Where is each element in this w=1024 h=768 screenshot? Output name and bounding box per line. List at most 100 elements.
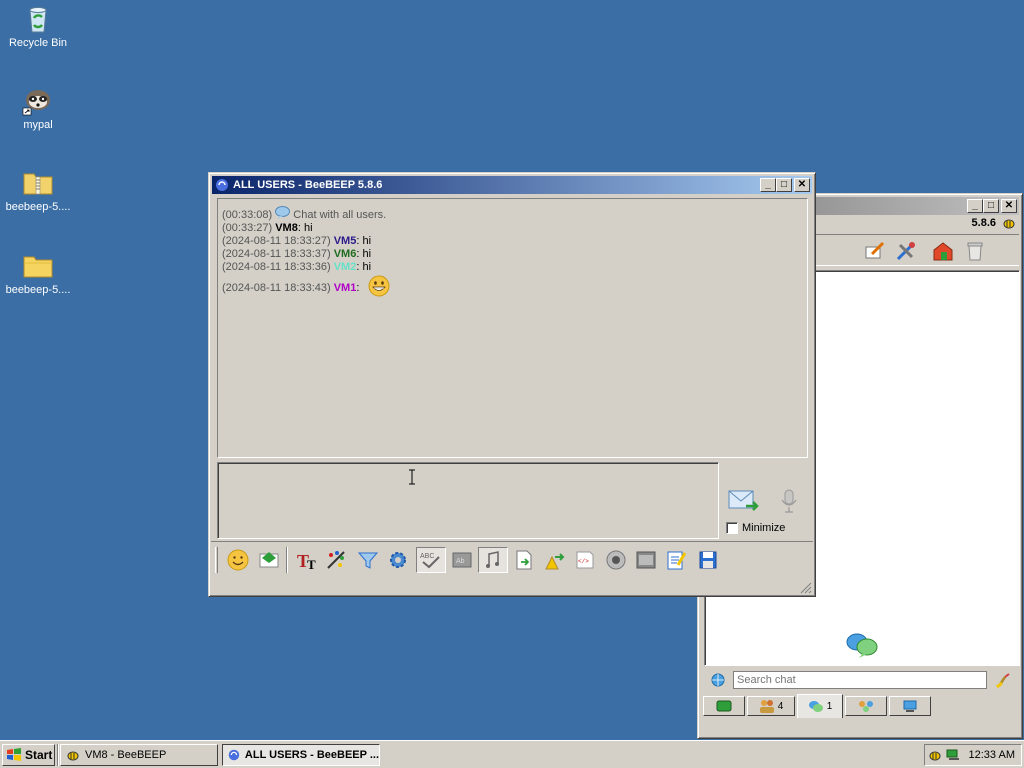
network-icon — [903, 700, 917, 712]
taskbar-item-all-users[interactable]: ALL USERS - BeeBEEP ... — [222, 744, 380, 766]
bee-icon — [1003, 219, 1015, 229]
tab-chats[interactable]: 1 — [797, 694, 843, 718]
home-button[interactable] — [931, 239, 955, 263]
groups-icon — [859, 701, 873, 712]
version-label: 5.8.6 — [971, 217, 996, 229]
screenshot-button[interactable] — [634, 548, 658, 572]
word-completion-button[interactable]: Ab — [450, 548, 474, 572]
share-file-icon — [516, 550, 532, 570]
toolbar-grip[interactable] — [215, 547, 218, 573]
minimize-button[interactable]: _ — [967, 199, 983, 213]
message-user[interactable]: VM2 — [334, 261, 357, 273]
home-icon — [933, 242, 953, 261]
desktop-icon-beebeep-folder[interactable]: beebeep-5.... — [0, 249, 76, 296]
tab-groups[interactable] — [845, 696, 887, 716]
taskbar-separator — [57, 744, 59, 766]
chat-window-titlebar[interactable]: ALL USERS - BeeBEEP 5.8.6 _ □ ✕ — [212, 176, 812, 194]
taskbar-item-vm8[interactable]: VM8 - BeeBEEP — [60, 744, 218, 766]
clipboard-icon — [667, 551, 687, 570]
send-file-icon — [259, 552, 279, 568]
voice-message-button[interactable] — [776, 487, 802, 515]
tab-main[interactable] — [703, 696, 745, 716]
folder-icon — [23, 256, 53, 278]
grinning-face-icon — [368, 275, 390, 297]
maximize-button[interactable]: □ — [983, 199, 999, 213]
message-user[interactable]: VM8 — [275, 222, 298, 234]
write-message-button[interactable] — [863, 239, 887, 263]
taskbar: Start VM8 - BeeBEEP ALL USERS - BeeBEEP … — [0, 740, 1024, 768]
buzz-button[interactable] — [478, 547, 508, 573]
window-title: ALL USERS - BeeBEEP 5.8.6 — [233, 179, 383, 191]
message-timestamp: (2024-08-11 18:33:36) — [222, 261, 331, 273]
svg-text:Ab: Ab — [456, 558, 465, 565]
share-desktop-button[interactable] — [542, 548, 566, 572]
toolbar-separator — [286, 547, 288, 573]
tab-network[interactable] — [889, 696, 931, 716]
mypal-raccoon-icon — [22, 90, 50, 116]
font-icon: TT — [297, 551, 316, 571]
message-text: Chat with all users. — [293, 209, 387, 221]
start-button[interactable]: Start — [2, 744, 55, 766]
chat-message: (00:33:27) VM8: hi — [222, 222, 803, 235]
message-text: : hi — [297, 222, 313, 234]
chat-toolbar: TT ABC Ab </> — [211, 541, 813, 577]
clear-search-icon[interactable] — [996, 672, 1012, 688]
desktop-icon-recycle-bin[interactable]: Recycle Bin — [0, 2, 76, 49]
message-text: : hi — [356, 248, 372, 260]
music-note-icon — [486, 551, 499, 568]
taskbar-item-label: VM8 - BeeBEEP — [85, 749, 167, 761]
users-icon — [759, 700, 774, 713]
chat-bubble-icon — [275, 206, 291, 219]
search-chat-input[interactable] — [733, 671, 987, 689]
beebeep-tray-icon[interactable] — [927, 748, 943, 762]
save-button[interactable] — [696, 548, 720, 572]
desktop-icon-label: mypal — [23, 119, 53, 131]
settings-button[interactable] — [386, 548, 410, 572]
font-color-button[interactable] — [324, 548, 348, 572]
font-button[interactable]: TT — [295, 548, 319, 572]
color-palette-icon — [327, 551, 345, 569]
chat-message: (2024-08-11 18:33:36) VM2: hi — [222, 261, 803, 274]
clipboard-button[interactable] — [664, 548, 688, 572]
maximize-button[interactable]: □ — [776, 178, 792, 192]
zip-folder-icon — [23, 173, 53, 195]
filter-button[interactable] — [356, 548, 380, 572]
tools-icon — [896, 242, 915, 261]
emoticons-button[interactable] — [226, 548, 250, 572]
write-icon — [865, 241, 885, 259]
desktop-icon-mypal[interactable]: mypal — [0, 84, 76, 131]
resize-grip-icon[interactable] — [800, 582, 812, 594]
chat-log[interactable]: (00:33:08) Chat with all users. (00:33:2… — [217, 198, 808, 458]
message-user[interactable]: VM6 — [334, 248, 357, 260]
network-tray-icon[interactable] — [945, 748, 961, 762]
tab-users[interactable]: 4 — [747, 696, 795, 716]
close-button[interactable]: ✕ — [1001, 199, 1017, 213]
close-button[interactable]: ✕ — [794, 178, 810, 192]
spell-check-button[interactable]: ABC — [416, 547, 446, 573]
message-text: : hi — [356, 235, 372, 247]
minimize-checkbox-row[interactable]: Minimize — [726, 522, 785, 534]
desktop-icon-beebeep-zip[interactable]: beebeep-5.... — [0, 166, 76, 213]
word-completion-icon: Ab — [452, 552, 472, 568]
record-button[interactable] — [604, 548, 628, 572]
note-button[interactable]: </> — [573, 548, 597, 572]
send-button[interactable] — [727, 487, 761, 515]
minimize-button[interactable]: _ — [760, 178, 776, 192]
svg-text:ABC: ABC — [420, 553, 434, 560]
svg-text:</>: </> — [578, 558, 589, 565]
chat-message: (2024-08-11 18:33:43) VM1: — [222, 275, 803, 297]
message-timestamp: (2024-08-11 18:33:43) — [222, 282, 331, 294]
message-text: : — [356, 282, 360, 294]
message-user[interactable]: VM1 — [334, 282, 357, 294]
message-user[interactable]: VM5 — [334, 235, 357, 247]
minimize-checkbox[interactable] — [726, 522, 738, 534]
clear-button[interactable] — [963, 239, 987, 263]
send-file-button[interactable] — [257, 548, 281, 572]
share-desktop-icon — [545, 553, 565, 570]
share-file-button[interactable] — [512, 548, 536, 572]
users-green-icon — [716, 700, 732, 712]
tools-button[interactable] — [894, 239, 918, 263]
message-input[interactable] — [217, 462, 719, 539]
beebeep-app-icon — [216, 179, 228, 191]
save-icon — [699, 551, 717, 569]
